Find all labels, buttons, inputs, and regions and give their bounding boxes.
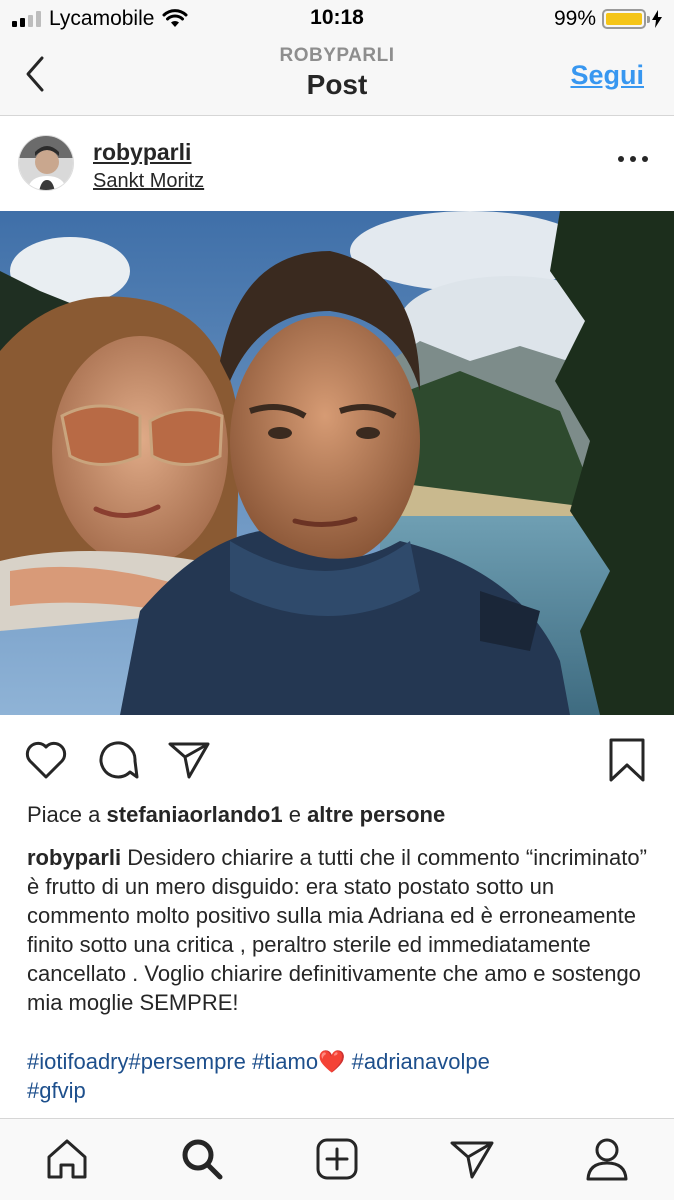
battery-percent: 99% [553, 7, 596, 30]
send-icon[interactable] [166, 737, 212, 783]
hashtag-link[interactable]: #tiamo [252, 1049, 318, 1074]
post-photo[interactable] [0, 211, 674, 715]
hashtags: #iotifoadry#persempre #tiamo❤️ #adrianav… [27, 1047, 647, 1105]
post-header: robyparli Sankt Moritz [0, 117, 674, 211]
post-username[interactable]: robyparli [93, 139, 191, 166]
battery-icon [602, 9, 650, 29]
hashtag-link[interactable]: #gfvip [27, 1078, 86, 1103]
battery-status: 99% [554, 7, 662, 31]
caption-text: Desidero chiarire a tutti che il comment… [27, 845, 647, 1015]
follow-button[interactable]: Segui [570, 60, 644, 91]
direct-send-icon[interactable] [448, 1135, 496, 1183]
likes-summary[interactable]: Piace a stefaniaorlando1 e altre persone [27, 802, 445, 828]
post-location[interactable]: Sankt Moritz [93, 170, 204, 193]
status-bar: Lycamobile 10:18 99% [0, 0, 674, 38]
hashtag-link[interactable]: #adrianavolpe [352, 1049, 490, 1074]
hashtag-link[interactable]: #iotifoadry#persempre [27, 1049, 246, 1074]
search-icon[interactable] [178, 1135, 226, 1183]
action-bar [0, 715, 674, 805]
nav-header: ROBYPARLI Post Segui [0, 38, 674, 116]
profile-icon[interactable] [583, 1135, 631, 1183]
likes-prefix: Piace a [27, 802, 101, 827]
liker-username[interactable]: stefaniaorlando1 [107, 802, 283, 827]
plus-square-icon[interactable] [313, 1135, 361, 1183]
more-options-icon[interactable] [618, 153, 648, 165]
avatar[interactable] [18, 135, 74, 191]
likes-connector: e [288, 802, 301, 827]
caption-username[interactable]: robyparli [27, 845, 121, 870]
home-icon[interactable] [43, 1135, 91, 1183]
bookmark-icon[interactable] [604, 737, 650, 783]
heart-icon[interactable] [23, 737, 69, 783]
comment-icon[interactable] [95, 737, 141, 783]
post-caption: robyparli Desidero chiarire a tutti che … [27, 843, 647, 1017]
charging-bolt-icon [652, 10, 662, 28]
heart-emoji: ❤️ [318, 1049, 346, 1074]
bottom-tab-bar [0, 1118, 674, 1200]
likes-others[interactable]: altre persone [307, 802, 445, 827]
